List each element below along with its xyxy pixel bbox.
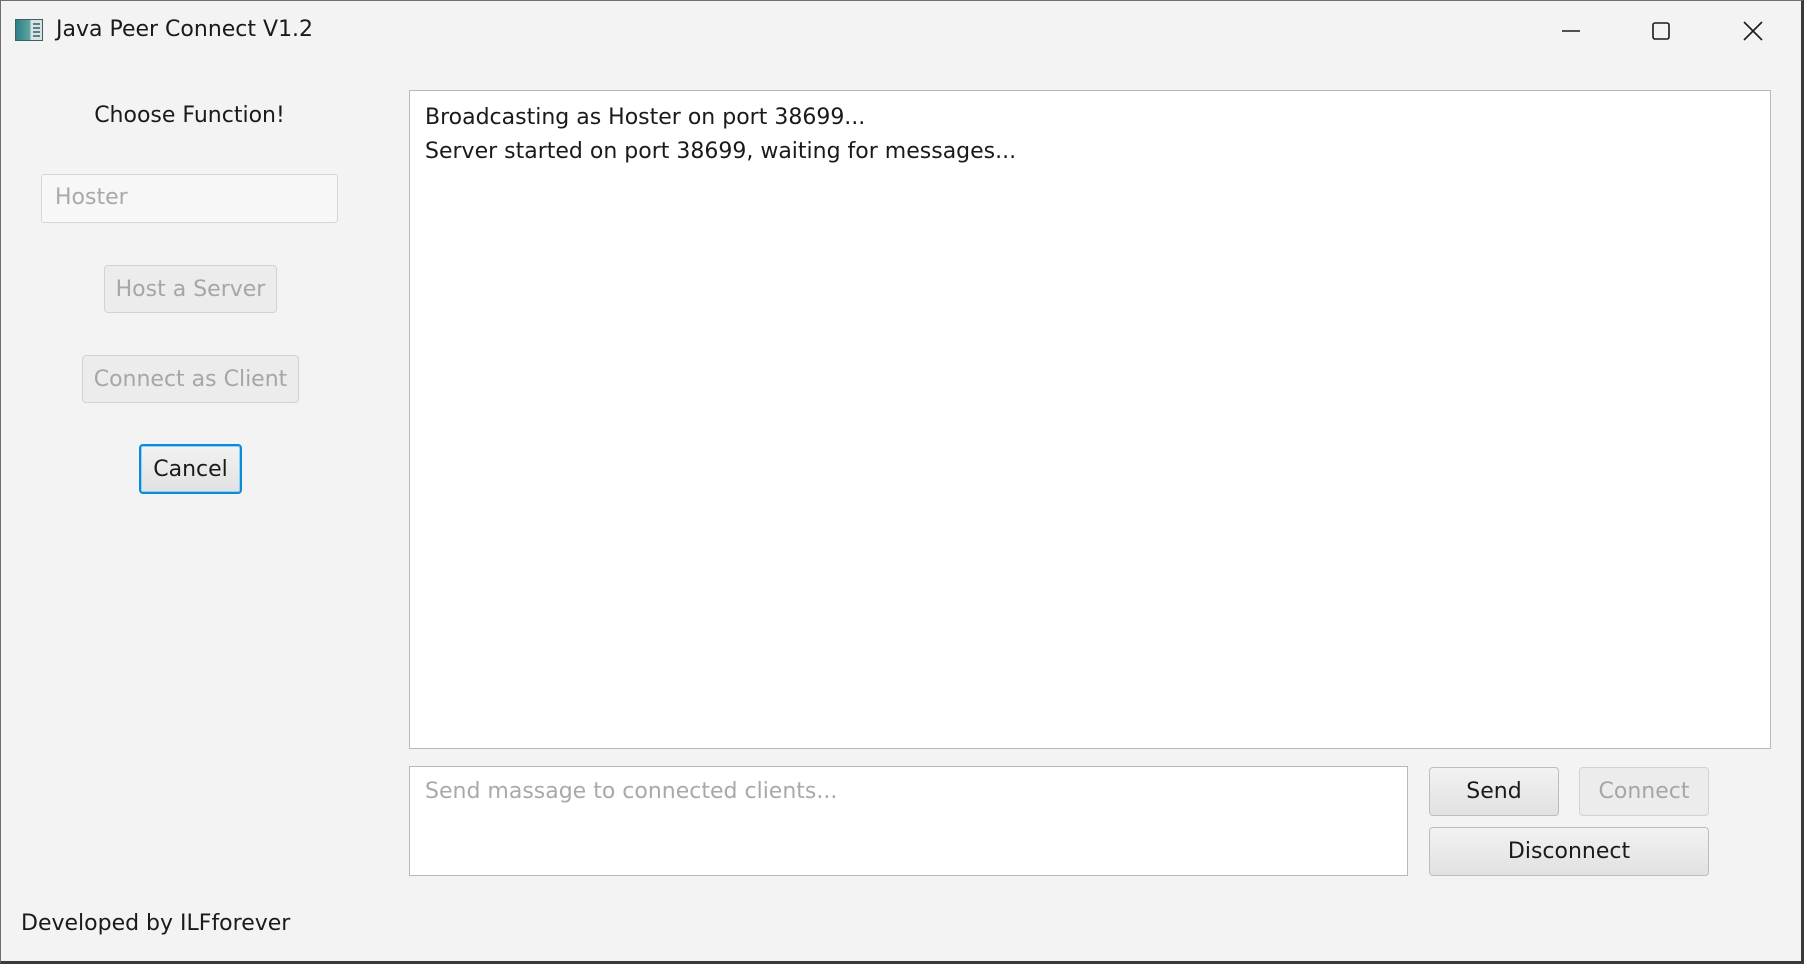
message-log[interactable]: Broadcasting as Hoster on port 38699... …	[409, 90, 1771, 749]
app-icon	[15, 19, 43, 41]
maximize-icon	[1652, 22, 1670, 40]
title-bar[interactable]: Java Peer Connect V1.2	[1, 1, 1801, 61]
disconnect-button[interactable]: Disconnect	[1429, 827, 1709, 876]
cancel-button[interactable]: Cancel	[139, 444, 242, 494]
connect-button[interactable]: Connect	[1579, 767, 1709, 816]
role-field: Hoster	[41, 174, 338, 223]
developer-credit: Developed by ILFforever	[21, 911, 291, 936]
log-line: Server started on port 38699, waiting fo…	[425, 139, 1017, 164]
maximize-button[interactable]	[1615, 1, 1707, 61]
minimize-icon	[1562, 30, 1580, 32]
close-button[interactable]	[1707, 1, 1799, 61]
message-input[interactable]: Send massage to connected clients...	[409, 766, 1408, 876]
close-icon	[1743, 21, 1763, 41]
app-window: Java Peer Connect V1.2 Choose Function! …	[0, 0, 1804, 964]
minimize-button[interactable]	[1525, 1, 1617, 61]
send-button[interactable]: Send	[1429, 767, 1559, 816]
connect-as-client-button[interactable]: Connect as Client	[82, 355, 299, 403]
choose-function-heading: Choose Function!	[94, 103, 285, 128]
window-title: Java Peer Connect V1.2	[56, 17, 314, 42]
host-server-button[interactable]: Host a Server	[104, 265, 277, 313]
log-line: Broadcasting as Hoster on port 38699...	[425, 105, 866, 130]
